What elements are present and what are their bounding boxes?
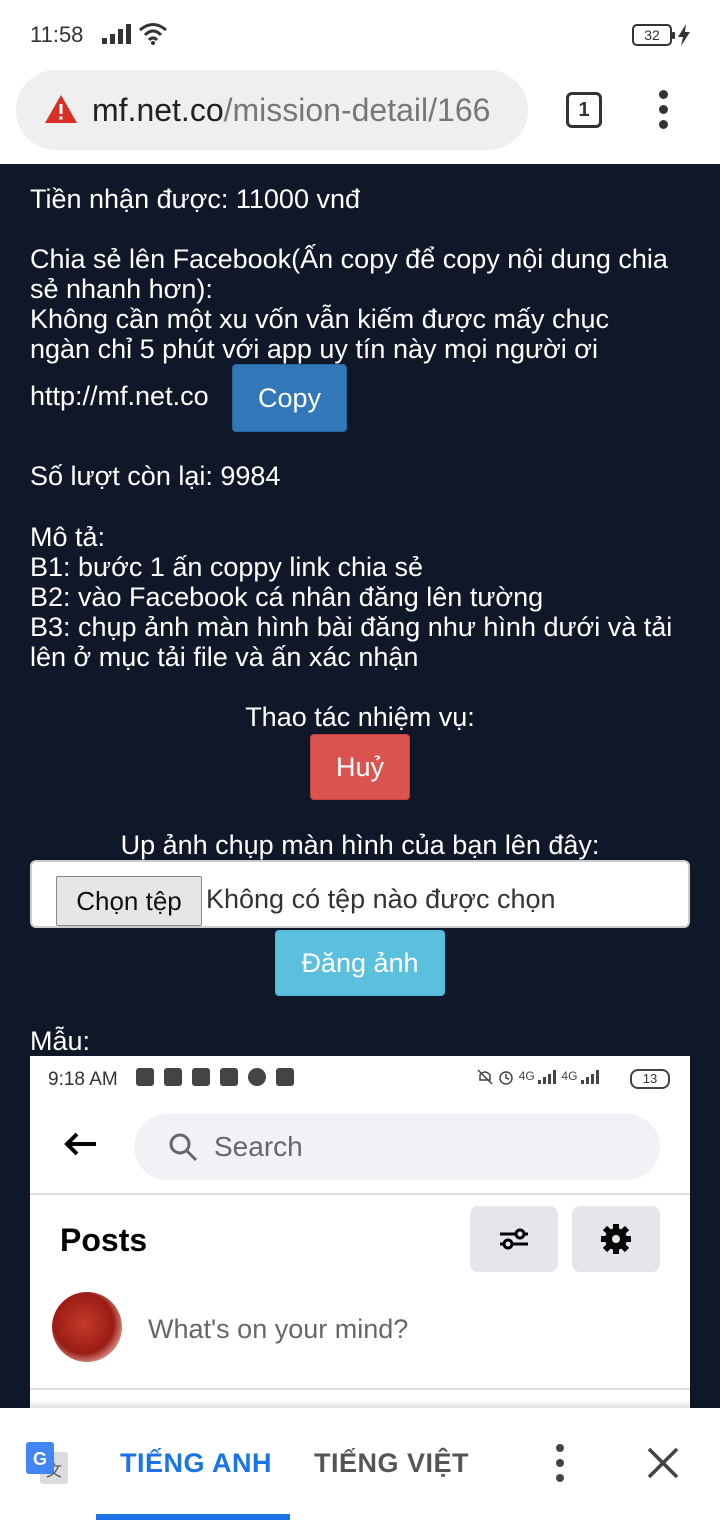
actions-label: Thao tác nhiệm vụ: [245, 702, 475, 732]
sample-mute-icon [477, 1069, 493, 1085]
sample-notification-icon [248, 1068, 266, 1086]
description-title: Mô tả: [30, 522, 106, 552]
sample-notification-icon [192, 1068, 210, 1086]
sample-status-bar: 9:18 AM 4G 4G 13 [30, 1056, 690, 1104]
sample-search-bar: Search [134, 1114, 660, 1180]
sample-network-1: 4G [518, 1069, 535, 1084]
upload-prompt: Up ảnh chụp màn hình của bạn lên đây: [120, 830, 600, 860]
url-host: mf.net.co [92, 92, 224, 128]
sample-composer-placeholder: What's on your mind? [148, 1314, 409, 1344]
charging-icon [678, 24, 690, 51]
mission-detail-page: Tiền nhận được: 11000 vnđ Chia sẻ lên Fa… [0, 164, 720, 1410]
battery-icon: 32 [632, 24, 675, 46]
svg-text:G: G [33, 1449, 47, 1469]
sample-divider [30, 1193, 690, 1195]
sample-gear-icon [572, 1206, 660, 1272]
sample-screenshot-image: 9:18 AM 4G 4G 13 Search Posts What's on … [30, 1056, 690, 1410]
post-image-button[interactable]: Đăng ảnh [275, 930, 445, 996]
step-1: B1: bước 1 ấn coppy link chia sẻ [30, 552, 423, 582]
sample-avatar [52, 1292, 122, 1362]
sample-search-placeholder: Search [214, 1131, 303, 1162]
step-3-line2: lên ở mục tải file và ấn xác nhận [30, 642, 419, 672]
sample-signal-icon [580, 1070, 599, 1084]
choose-file-button[interactable]: Chọn tệp [56, 876, 202, 926]
status-time: 11:58 [30, 22, 84, 47]
share-text-line1: Không cần một xu vốn vẫn kiếm được mấy c… [30, 304, 610, 334]
share-heading-line1: Chia sẻ lên Facebook(Ấn copy để copy nội… [30, 244, 668, 274]
sample-search-icon [168, 1132, 198, 1167]
sample-battery-icon: 13 [630, 1069, 670, 1089]
sample-network-2: 4G [561, 1069, 578, 1084]
sample-filter-icon [470, 1206, 558, 1272]
active-tab-indicator [96, 1514, 290, 1520]
share-text-line2: ngàn chỉ 5 phút với app uy tín này mọi n… [30, 334, 599, 364]
share-link: http://mf.net.co [30, 381, 209, 411]
sample-alarm-icon [499, 1071, 514, 1085]
status-bar: 11:58 32 [0, 0, 720, 68]
translate-bar: 文G TIẾNG ANH TIẾNG VIỆT [0, 1408, 720, 1520]
signal-icon [102, 24, 132, 49]
browser-toolbar: mf.net.co/mission-detail/166 1 [0, 68, 720, 164]
sample-notification-icon [136, 1068, 154, 1086]
browser-menu-icon[interactable] [652, 90, 676, 130]
sample-notification-icon [220, 1068, 238, 1086]
address-bar[interactable]: mf.net.co/mission-detail/166 [16, 70, 528, 150]
tab-switcher-button[interactable]: 1 [566, 92, 602, 128]
step-3-line1: B3: chụp ảnh màn hình bài đăng như hình … [30, 612, 673, 642]
close-icon[interactable] [646, 1446, 680, 1485]
tab-source-language[interactable]: TIẾNG ANH [120, 1448, 272, 1479]
remaining-count: Số lượt còn lại: 9984 [30, 461, 281, 491]
file-input[interactable]: Chọn tệp Không có tệp nào được chọn [30, 860, 690, 928]
sample-time: 9:18 AM [48, 1069, 118, 1090]
sample-back-arrow-icon [64, 1132, 98, 1161]
sample-signal-icon [538, 1070, 557, 1084]
google-translate-icon: 文G [26, 1442, 70, 1491]
sample-notification-icon [164, 1068, 182, 1086]
wifi-icon [138, 22, 168, 51]
copy-button[interactable]: Copy [232, 364, 347, 432]
url-text[interactable]: mf.net.co/mission-detail/166 [92, 92, 516, 129]
sample-notification-icon [276, 1068, 294, 1086]
url-path: /mission-detail/166 [223, 92, 491, 128]
sample-divider [30, 1388, 690, 1390]
file-status-text: Không có tệp nào được chọn [206, 884, 556, 914]
sample-notification-icons [136, 1068, 294, 1086]
sample-signal-info: 4G 4G [476, 1068, 601, 1086]
not-secure-warning-icon[interactable] [44, 94, 78, 129]
translate-options-icon[interactable] [548, 1444, 572, 1484]
share-heading-line2: sẻ nhanh hơn): [30, 274, 213, 304]
reward-text: Tiền nhận được: 11000 vnđ [30, 184, 360, 214]
tab-target-language[interactable]: TIẾNG VIỆT [314, 1448, 469, 1479]
sample-posts-title: Posts [60, 1222, 148, 1258]
cancel-mission-button[interactable]: Huỷ [310, 734, 410, 800]
step-2: B2: vào Facebook cá nhân đăng lên tường [30, 582, 544, 612]
sample-label: Mẫu: [30, 1026, 91, 1056]
